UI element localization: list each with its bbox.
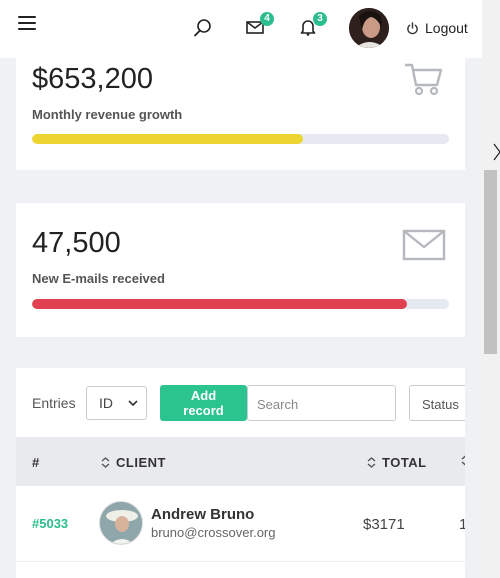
revenue-value: $653,200 [32, 63, 153, 95]
add-record-button[interactable]: Add record [160, 385, 247, 421]
mail-button[interactable]: 4 [246, 12, 274, 38]
table-header: # CLIENT TOTAL [16, 437, 465, 486]
chevron-down-icon [128, 400, 138, 407]
mouse-cursor-icon [493, 143, 500, 166]
entries-select-value: ID [99, 395, 113, 411]
top-navbar: 4 3 Logout [0, 0, 482, 58]
emails-label: New E-mails received [32, 271, 165, 286]
cart-icon [404, 62, 444, 101]
client-name: Andrew Bruno [151, 506, 255, 523]
search-placeholder: Search [257, 397, 299, 412]
revenue-label: Monthly revenue growth [32, 107, 183, 122]
sort-icon [461, 455, 465, 466]
sort-icon [101, 457, 110, 468]
table-row[interactable]: #5033 Andrew Bruno bruno@crossover.org $… [16, 486, 465, 562]
search-icon[interactable] [193, 18, 213, 38]
hamburger-menu-icon[interactable] [18, 16, 36, 30]
column-header-client[interactable]: CLIENT [101, 455, 166, 470]
page-scrollbar[interactable] [482, 0, 500, 578]
notifications-button[interactable]: 3 [299, 12, 327, 38]
user-avatar[interactable] [349, 8, 389, 48]
records-table-card: Entries ID Add record Search Status # CL… [16, 368, 465, 578]
sort-icon [367, 457, 376, 468]
power-icon [407, 21, 418, 34]
emails-value: 47,500 [32, 227, 121, 259]
logout-label: Logout [425, 20, 468, 36]
status-select-label: Status [422, 397, 459, 412]
client-avatar [99, 501, 143, 545]
add-record-label: Add record [183, 388, 224, 418]
order-total: $3171 [363, 516, 405, 533]
emails-stat-card: 47,500 New E-mails received [16, 203, 465, 337]
scrollbar-thumb[interactable] [484, 170, 497, 354]
revenue-progress-bar [32, 134, 449, 144]
entries-label: Entries [32, 395, 76, 411]
envelope-icon [402, 229, 446, 266]
column-header-next[interactable] [461, 455, 465, 466]
search-input[interactable]: Search [247, 385, 396, 421]
client-email: bruno@crossover.org [151, 525, 276, 540]
mail-count-badge: 4 [260, 12, 274, 26]
revenue-stat-card: $653,200 Monthly revenue growth [16, 58, 465, 170]
logout-button[interactable]: Logout [406, 20, 468, 36]
emails-progress-fill [32, 299, 408, 309]
emails-progress-bar [32, 299, 449, 309]
entries-select[interactable]: ID [86, 386, 147, 420]
revenue-progress-fill [32, 134, 304, 144]
column-header-number[interactable]: # [32, 455, 40, 470]
order-id-link[interactable]: #5033 [32, 516, 68, 531]
column-header-total[interactable]: TOTAL [367, 455, 427, 470]
notification-count-badge: 3 [313, 12, 327, 26]
status-select[interactable]: Status [409, 385, 465, 421]
next-column-value: 1 [459, 516, 465, 533]
